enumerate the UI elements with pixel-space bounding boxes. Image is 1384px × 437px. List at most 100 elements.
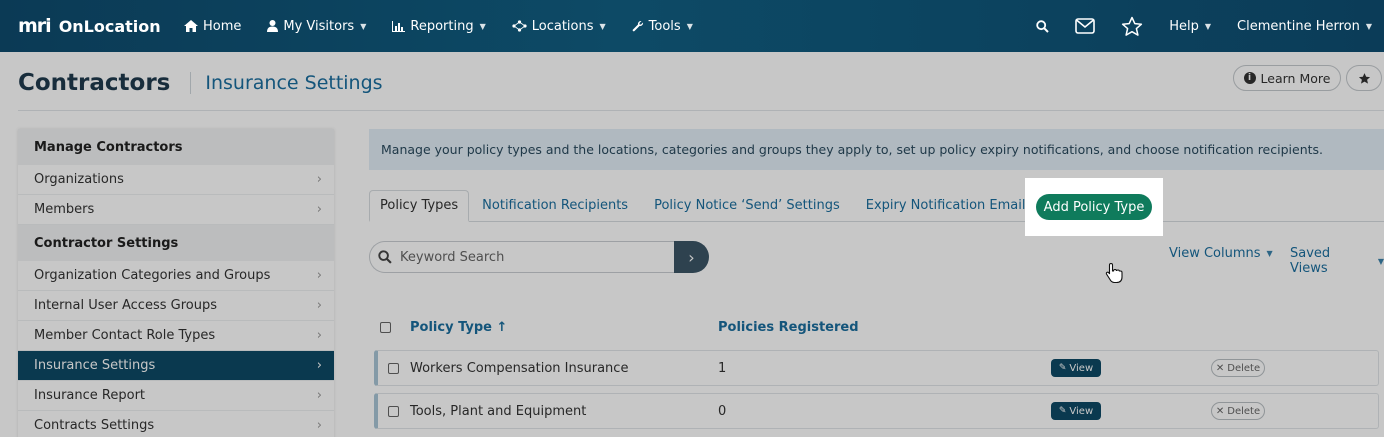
view-button[interactable]: ✎ View: [1051, 402, 1101, 420]
learn-more-label: Learn More: [1260, 70, 1331, 86]
keyword-search: ›: [369, 241, 709, 273]
sidebar-item-label: Organization Categories and Groups: [34, 268, 271, 283]
search-input[interactable]: [400, 249, 660, 265]
delete-button[interactable]: ✕ Delete: [1211, 402, 1265, 420]
row-checkbox[interactable]: [388, 405, 399, 417]
chevron-right-icon: ›: [316, 298, 322, 313]
view-columns-dropdown[interactable]: View Columns ▼: [1169, 246, 1273, 261]
nav-menu: Home My Visitors ▼ Reporting ▼ Locations…: [184, 19, 719, 34]
page-subtitle: Insurance Settings: [205, 72, 383, 94]
bar-chart-icon: [392, 20, 406, 32]
view-label: View: [1069, 362, 1094, 374]
saved-views-label: Saved Views: [1290, 246, 1331, 276]
view-button[interactable]: ✎ View: [1051, 359, 1101, 377]
chevron-right-icon: ›: [316, 328, 322, 343]
add-policy-type-button[interactable]: Add Policy Type: [1036, 194, 1152, 220]
delete-button[interactable]: ✕ Delete: [1211, 359, 1265, 377]
search-submit-button[interactable]: ›: [674, 241, 709, 273]
tab-bar: Policy Types Notification Recipients Pol…: [369, 188, 1384, 222]
logo-mark: mri: [18, 15, 52, 37]
edit-icon: ✎: [1058, 363, 1067, 373]
sidebar-item-organizations[interactable]: Organizations ›: [18, 165, 334, 195]
logo[interactable]: mri OnLocation: [18, 15, 168, 37]
close-icon: ✕: [1215, 362, 1225, 374]
nav-home-label: Home: [203, 18, 242, 34]
page-header: Contractors Insurance Settings: [18, 70, 383, 96]
chevron-right-icon: ›: [316, 172, 322, 187]
chevron-down-icon: ▼: [1266, 249, 1273, 258]
nav-my-visitors[interactable]: My Visitors ▼: [267, 19, 366, 34]
cell-policy-type: Workers Compensation Insurance: [410, 360, 629, 376]
table-row: Workers Compensation Insurance 1 ✎ View …: [374, 350, 1379, 386]
home-icon: [184, 20, 198, 32]
view-columns-label: View Columns: [1169, 246, 1261, 261]
nav-tools[interactable]: Tools ▼: [632, 19, 693, 34]
favorite-button[interactable]: [1346, 65, 1382, 91]
nav-right: Help ▼ Clementine Herron ▼: [1036, 0, 1384, 52]
sidebar-item-contracts-settings[interactable]: Contracts Settings ›: [18, 411, 334, 437]
cell-policies-registered: 1: [718, 360, 727, 376]
tab-policy-notice-send-settings[interactable]: Policy Notice ‘Send’ Settings: [641, 189, 853, 221]
sidebar-item-label: Insurance Report: [34, 388, 146, 403]
sidebar-item-internal-user-access-groups[interactable]: Internal User Access Groups ›: [18, 291, 334, 321]
column-header-policy-type[interactable]: Policy Type ↑: [410, 320, 507, 335]
nav-reporting-label: Reporting: [410, 18, 474, 34]
chevron-right-icon: ›: [316, 388, 322, 403]
chevron-down-icon: ▼: [1204, 21, 1212, 31]
chevron-right-icon: ›: [316, 358, 322, 373]
table-row: Tools, Plant and Equipment 0 ✎ View ✕ De…: [374, 393, 1379, 429]
user-name: Clementine Herron: [1237, 18, 1360, 34]
chevron-down-icon: ▼: [1365, 21, 1372, 31]
wrench-icon: [632, 20, 644, 32]
table-header: Policy Type ↑ Policies Registered: [369, 316, 1384, 338]
user-menu[interactable]: Clementine Herron ▼: [1237, 19, 1372, 34]
sidebar-item-insurance-settings[interactable]: Insurance Settings ›: [18, 351, 334, 381]
sidebar-item-insurance-report[interactable]: Insurance Report ›: [18, 381, 334, 411]
nav-tools-label: Tools: [648, 18, 681, 34]
saved-views-dropdown[interactable]: Saved Views ▼: [1290, 246, 1384, 276]
tab-notification-recipients[interactable]: Notification Recipients: [469, 189, 641, 221]
nav-home[interactable]: Home: [184, 19, 241, 34]
sidebar-item-label: Members: [34, 202, 95, 217]
tab-policy-types[interactable]: Policy Types: [369, 190, 470, 222]
cell-policies-registered: 0: [718, 403, 727, 419]
star-icon: [1358, 72, 1370, 84]
chevron-down-icon: ▼: [686, 21, 693, 31]
edit-icon: ✎: [1058, 406, 1067, 416]
learn-more-button[interactable]: i Learn More: [1233, 65, 1341, 91]
sidebar-section-contractor-settings: Contractor Settings: [18, 225, 334, 261]
nav-locations[interactable]: Locations ▼: [512, 19, 606, 34]
search-icon: [378, 250, 392, 264]
column-header-policies-registered[interactable]: Policies Registered: [718, 320, 859, 335]
sidebar: Manage Contractors Organizations › Membe…: [18, 129, 334, 437]
chevron-right-icon: ›: [316, 418, 322, 433]
brand-name: OnLocation: [58, 16, 161, 36]
sidebar-section-manage-contractors: Manage Contractors: [18, 129, 334, 165]
help-label: Help: [1169, 18, 1199, 34]
view-label: View: [1069, 405, 1094, 417]
sidebar-item-organization-categories[interactable]: Organization Categories and Groups ›: [18, 261, 334, 291]
mail-icon[interactable]: [1075, 18, 1096, 34]
sidebar-item-label: Member Contact Role Types: [34, 328, 216, 343]
sidebar-item-member-contact-role-types[interactable]: Member Contact Role Types ›: [18, 321, 334, 351]
nav-reporting[interactable]: Reporting ▼: [392, 18, 486, 34]
spotlight-highlight: Add Policy Type: [1025, 178, 1163, 236]
sidebar-item-label: Organizations: [34, 172, 124, 187]
sidebar-item-members[interactable]: Members ›: [18, 195, 334, 225]
star-icon[interactable]: [1121, 16, 1143, 37]
hand-cursor-icon: [1105, 262, 1123, 288]
nav-locations-label: Locations: [531, 18, 594, 34]
network-icon: [512, 20, 527, 32]
help-menu[interactable]: Help ▼: [1169, 19, 1211, 34]
search-icon[interactable]: [1036, 19, 1049, 33]
chevron-down-icon: ▼: [599, 21, 606, 31]
row-checkbox[interactable]: [388, 362, 399, 374]
page-content: Contractors Insurance Settings i Learn M…: [0, 52, 1384, 437]
chevron-down-icon: ▼: [479, 21, 486, 31]
cell-policy-type: Tools, Plant and Equipment: [410, 403, 587, 419]
page-title: Contractors: [18, 70, 171, 96]
sidebar-item-label: Insurance Settings: [34, 358, 156, 373]
info-icon: i: [1243, 72, 1256, 84]
delete-label: Delete: [1227, 362, 1261, 374]
select-all-checkbox[interactable]: [380, 321, 391, 333]
